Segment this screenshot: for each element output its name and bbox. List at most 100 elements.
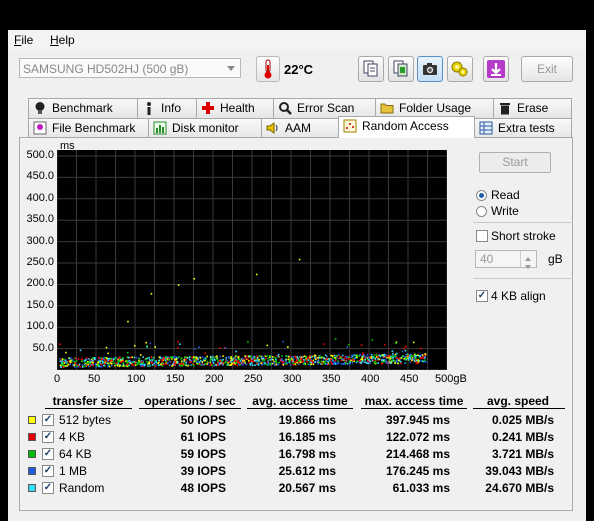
data-point (219, 362, 222, 365)
spin-down-icon[interactable] (520, 259, 536, 269)
data-point (109, 360, 112, 362)
tab-health[interactable]: Health (196, 98, 274, 118)
tab-benchmark[interactable]: Benchmark (28, 98, 138, 118)
data-point (287, 355, 290, 358)
data-point (396, 357, 398, 359)
series-checkbox[interactable]: ✓ (42, 431, 54, 443)
spin-up-icon[interactable] (520, 251, 536, 261)
series-checkbox[interactable]: ✓ (42, 414, 54, 426)
data-point (396, 352, 398, 355)
data-point (230, 363, 232, 366)
data-point (166, 358, 169, 360)
series-checkbox[interactable]: ✓ (42, 448, 54, 460)
copy-screenshot-button[interactable] (388, 56, 414, 82)
series-checkbox[interactable]: ✓ (42, 482, 54, 494)
table-row: ✓ 512 bytes 50 IOPS 19.866 ms 397.945 ms 0.02… (26, 412, 566, 429)
data-point (100, 363, 102, 366)
camera-button[interactable] (417, 56, 443, 82)
data-point (250, 362, 253, 364)
data-point (405, 359, 407, 361)
data-point (178, 362, 180, 365)
data-point (79, 349, 82, 352)
data-point (424, 353, 427, 356)
data-point (69, 360, 71, 362)
data-point (135, 361, 138, 364)
data-point (292, 356, 295, 358)
tab-info[interactable]: Info (137, 98, 197, 118)
tab-erase[interactable]: Erase (493, 98, 572, 118)
data-point (91, 362, 93, 365)
options-button[interactable] (447, 56, 473, 82)
drive-select[interactable]: SAMSUNG HD502HJ (500 gB) (19, 58, 241, 78)
data-point (375, 362, 378, 365)
short-stroke-checkbox[interactable] (476, 230, 488, 242)
data-point (361, 358, 364, 361)
data-point (328, 358, 330, 360)
data-point (251, 360, 254, 362)
data-point (206, 355, 209, 358)
align-checkbox[interactable]: ✓ (476, 290, 488, 302)
data-point (409, 361, 412, 364)
tab-aam[interactable]: AAM (261, 118, 339, 138)
data-point (336, 355, 338, 357)
tab-file-benchmark[interactable]: File Benchmark (28, 118, 149, 138)
data-point (212, 362, 215, 364)
data-point (309, 355, 311, 357)
data-point (158, 356, 161, 359)
data-point (103, 358, 106, 361)
data-point (141, 364, 143, 367)
data-point (119, 364, 121, 367)
write-radio[interactable] (476, 206, 487, 217)
data-point (266, 355, 268, 358)
start-button[interactable]: Start (479, 152, 551, 173)
data-point (326, 358, 328, 360)
data-point (393, 360, 396, 362)
menu-help[interactable]: Help (50, 33, 75, 47)
copy-text-button[interactable] (358, 56, 384, 82)
series-checkbox[interactable]: ✓ (42, 465, 54, 477)
data-point (148, 359, 151, 361)
data-point (388, 356, 390, 359)
menu-file[interactable]: File (14, 33, 33, 47)
data-point (226, 359, 229, 362)
read-radio[interactable] (476, 190, 487, 201)
data-point (258, 358, 260, 361)
data-point (213, 358, 216, 361)
tab-disk-monitor[interactable]: Disk monitor (148, 118, 262, 138)
data-point (59, 343, 61, 346)
data-point (388, 359, 391, 361)
data-point (367, 362, 370, 365)
data-point (186, 364, 189, 366)
tab-random-access[interactable]: Random Access (338, 116, 475, 138)
data-point (105, 360, 108, 363)
data-point (370, 353, 373, 356)
data-point (180, 357, 183, 360)
data-point (86, 362, 89, 364)
tab-extra-tests[interactable]: Extra tests (474, 118, 572, 138)
short-stroke-spinbox[interactable]: 40 (475, 250, 537, 269)
read-label: Read (491, 188, 520, 202)
tab-folder-usage[interactable]: Folder Usage (375, 98, 494, 118)
data-point (103, 364, 105, 367)
exit-button[interactable]: Exit (521, 56, 573, 82)
download-button[interactable] (483, 56, 509, 82)
data-point (307, 356, 309, 359)
data-point (256, 355, 258, 358)
data-point (275, 358, 277, 361)
data-point (204, 359, 206, 362)
data-point (75, 365, 78, 367)
data-point (399, 360, 402, 363)
data-point (353, 353, 355, 356)
data-point (129, 360, 131, 363)
data-point (345, 357, 348, 360)
data-point (167, 362, 169, 364)
tab-error-scan[interactable]: Error Scan (273, 98, 376, 118)
table-row: ✓ Random 48 IOPS 20.567 ms 61.033 ms 24.670 M… (26, 480, 566, 497)
data-point (204, 363, 207, 365)
header-underline (247, 408, 353, 409)
data-point (273, 364, 276, 366)
data-point (227, 364, 229, 366)
tab-aam-label: AAM (285, 121, 312, 135)
data-point (181, 362, 184, 365)
data-point (362, 352, 364, 354)
